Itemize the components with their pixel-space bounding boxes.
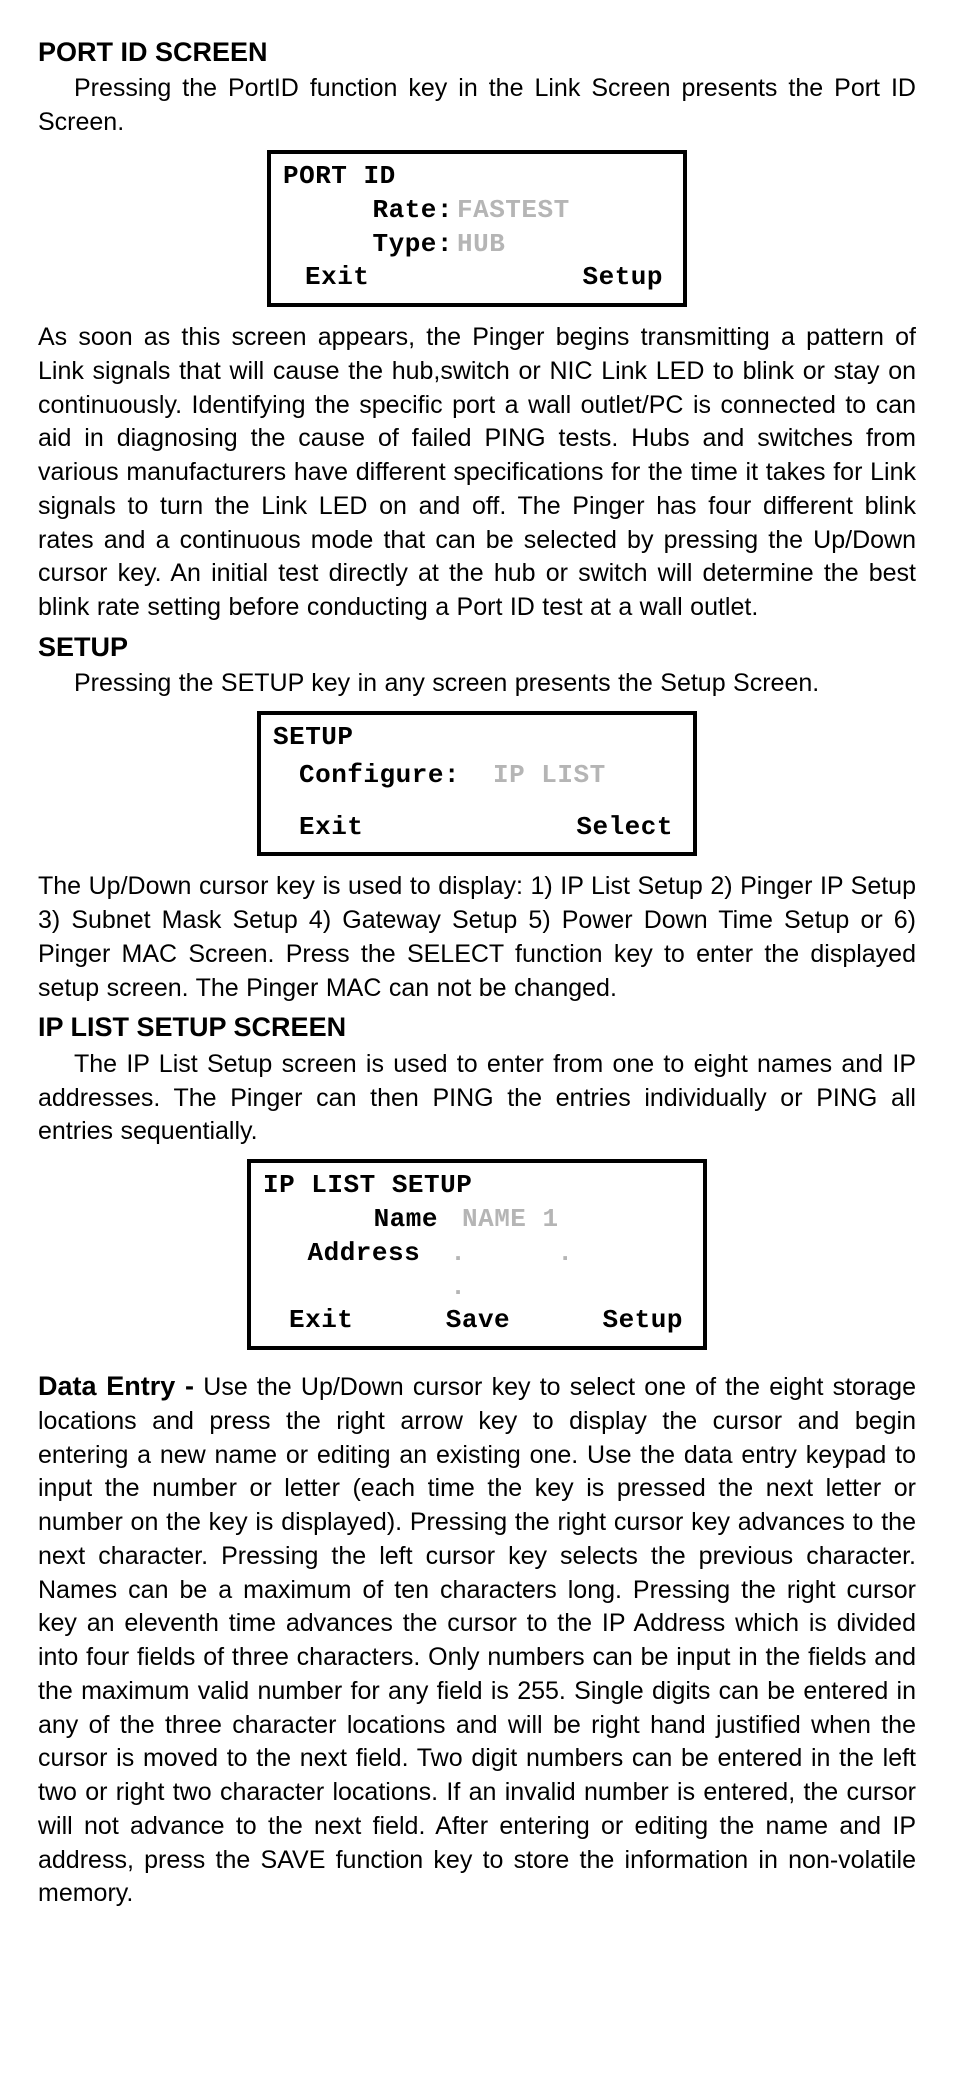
para-port-id-body: As soon as this screen appears, the Ping… — [38, 321, 916, 625]
heading-port-id: PORT ID SCREEN — [38, 34, 916, 70]
fn-exit: Exit — [283, 261, 369, 295]
dataentry-body: Use the Up/Down cursor key to select one… — [38, 1373, 916, 1907]
fn-setup: Setup — [582, 261, 671, 295]
para-setup-intro: Pressing the SETUP key in any screen pre… — [38, 667, 916, 701]
screen-setup-title: SETUP — [273, 721, 681, 755]
rate-label: Rate: — [283, 194, 457, 228]
screen-port-id: PORT ID Rate: FASTEST Type: HUB Exit Set… — [267, 150, 687, 307]
configure-value: IP LIST — [493, 759, 606, 793]
heading-iplist: IP LIST SETUP SCREEN — [38, 1009, 916, 1045]
screen-iplist-name-row: Name NAME 1 — [263, 1203, 691, 1237]
fn-exit: Exit — [273, 811, 363, 845]
type-label: Type: — [283, 228, 457, 262]
para-port-id-intro: Pressing the PortID function key in the … — [38, 72, 916, 140]
fn-setup: Setup — [602, 1304, 691, 1338]
name-value: NAME 1 — [442, 1203, 559, 1237]
address-value: . . . — [424, 1237, 691, 1305]
para-iplist-intro: The IP List Setup screen is used to ente… — [38, 1048, 916, 1149]
screen-port-id-title: PORT ID — [283, 160, 671, 194]
para-setup-body: The Up/Down cursor key is used to displa… — [38, 870, 916, 1005]
screen-setup-fn-row: Exit Select — [273, 811, 681, 845]
screen-iplist-title: IP LIST SETUP — [263, 1169, 691, 1203]
screen-iplist-fn-row: Exit Save Setup — [263, 1304, 691, 1338]
screen-setup: SETUP Configure: IP LIST Exit Select — [257, 711, 697, 856]
dataentry-label: Data Entry - — [38, 1371, 194, 1401]
screen-port-id-fn-row: Exit Setup — [283, 261, 671, 295]
rate-value: FASTEST — [457, 194, 570, 228]
screen-iplist: IP LIST SETUP Name NAME 1 Address . . . … — [247, 1159, 707, 1350]
heading-setup: SETUP — [38, 629, 916, 665]
configure-label: Configure: — [273, 759, 493, 793]
screen-iplist-address-row: Address . . . — [263, 1237, 691, 1305]
fn-exit: Exit — [263, 1304, 353, 1338]
fn-save: Save — [446, 1304, 510, 1338]
type-value: HUB — [457, 228, 505, 262]
screen-port-id-rate-row: Rate: FASTEST — [283, 194, 671, 228]
fn-select: Select — [576, 811, 681, 845]
address-label: Address — [263, 1237, 424, 1305]
screen-setup-configure-row: Configure: IP LIST — [273, 759, 681, 793]
para-dataentry: Data Entry - Use the Up/Down cursor key … — [38, 1368, 916, 1911]
name-label: Name — [263, 1203, 442, 1237]
screen-port-id-type-row: Type: HUB — [283, 228, 671, 262]
page: PORT ID SCREEN Pressing the PortID funct… — [0, 0, 954, 1955]
